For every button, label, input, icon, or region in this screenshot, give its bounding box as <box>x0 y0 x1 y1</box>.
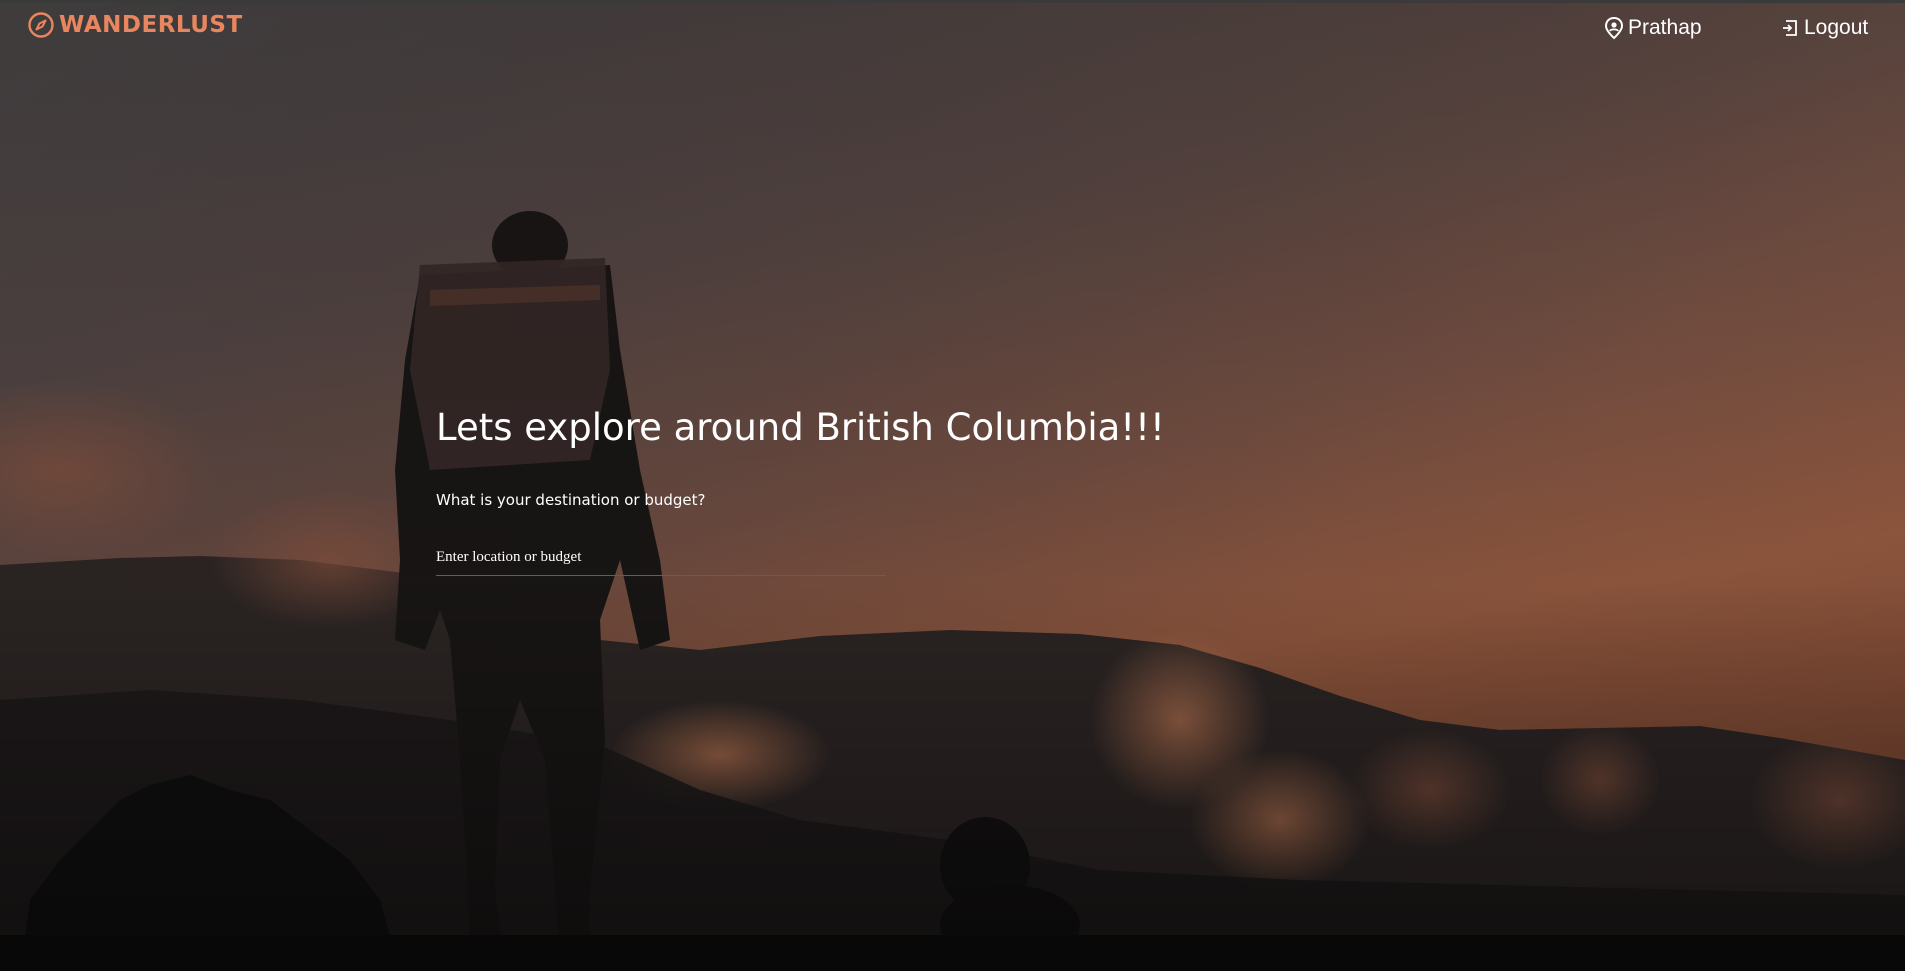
logout-label: Logout <box>1804 16 1869 39</box>
user-name: Prathap <box>1628 16 1702 39</box>
hero-content: Lets explore around British Columbia!!! … <box>436 402 1196 576</box>
brand-logo[interactable]: WANDERLUST <box>27 11 243 39</box>
navbar: WANDERLUST Prathap Logout <box>0 3 1905 49</box>
user-profile-link[interactable]: Prathap <box>1604 14 1702 42</box>
search-prompt: What is your destination or budget? <box>436 491 706 509</box>
search-input[interactable] <box>436 548 886 575</box>
page: WANDERLUST Prathap Logout Lets explore a… <box>0 0 1905 971</box>
logout-icon <box>1783 20 1797 36</box>
search-field <box>436 548 886 576</box>
user-pin-icon <box>1604 16 1624 40</box>
compass-icon <box>28 12 54 38</box>
brand-name: WANDERLUST <box>59 12 243 38</box>
logout-link[interactable]: Logout <box>1780 14 1868 42</box>
hero-title: Lets explore around British Columbia!!! <box>436 406 1165 449</box>
